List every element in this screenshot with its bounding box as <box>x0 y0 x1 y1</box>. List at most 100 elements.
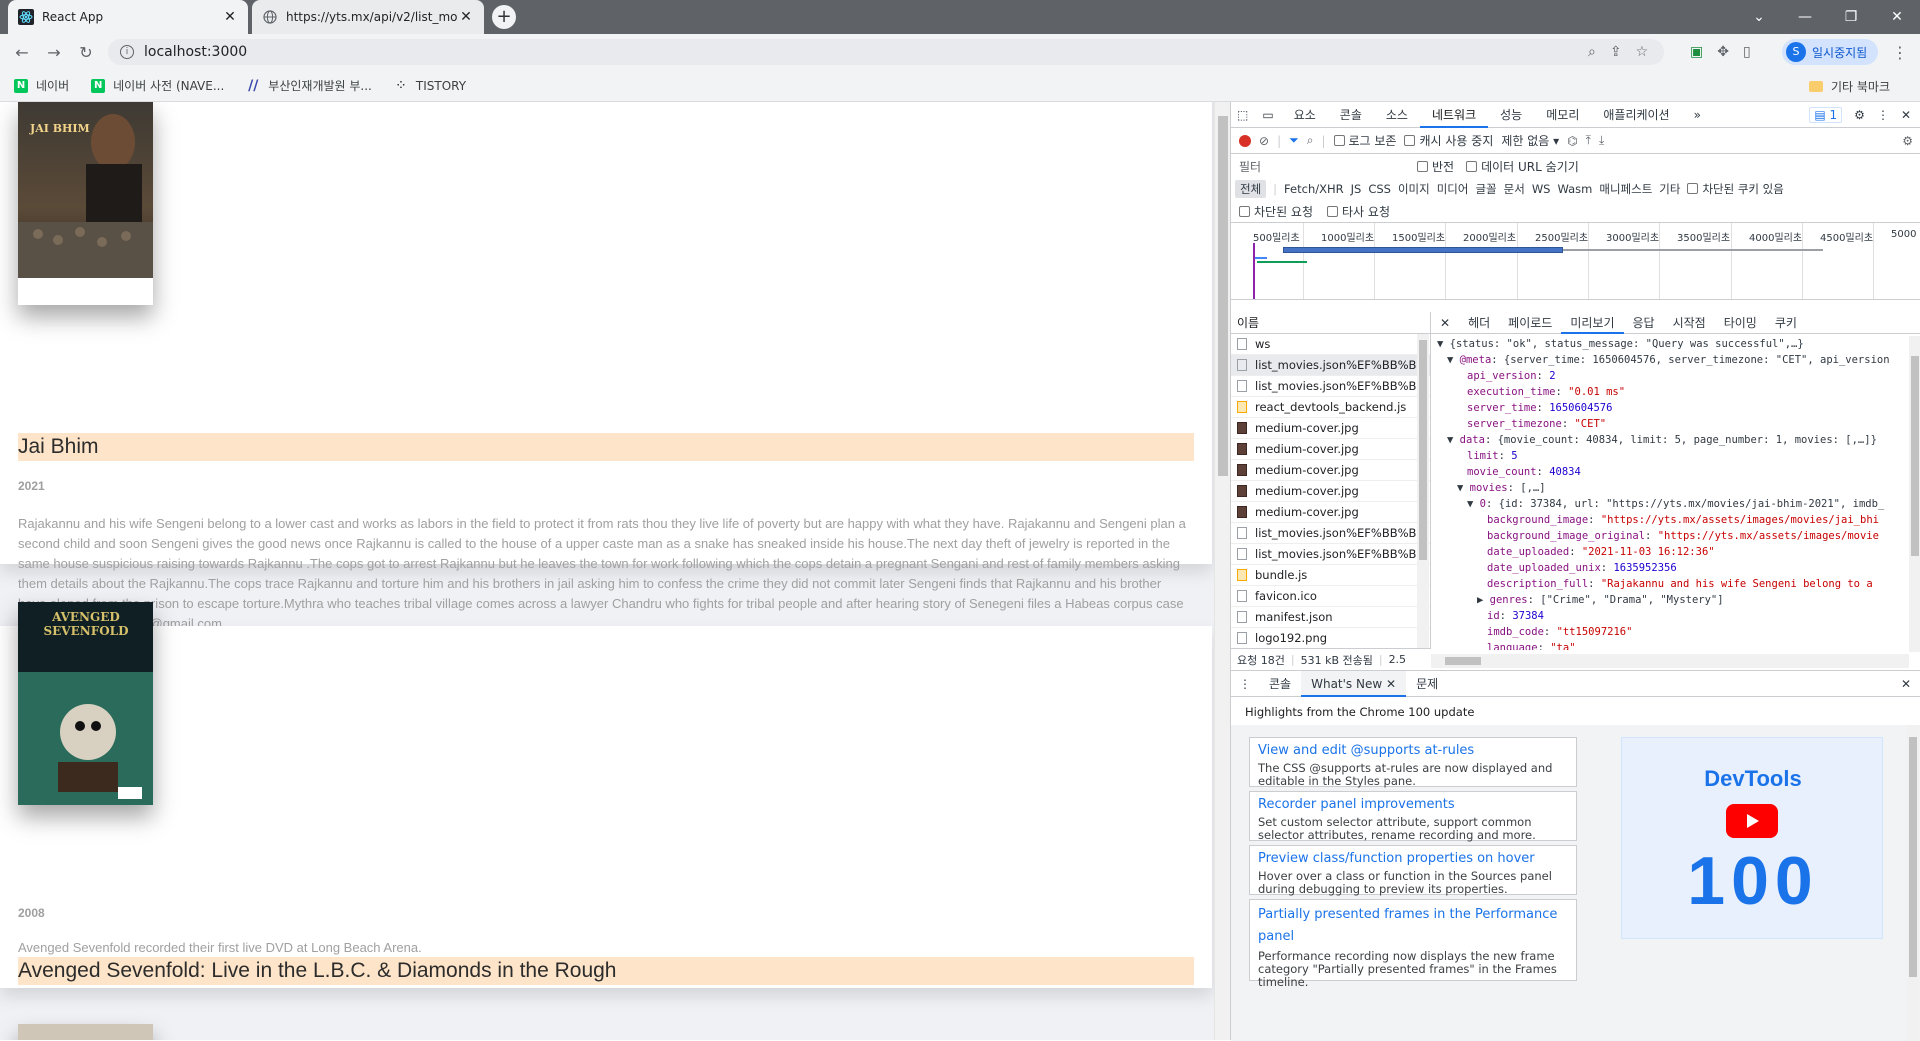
zoom-icon[interactable]: ⌕ <box>1588 44 1596 60</box>
json-line[interactable]: ▼ @meta: {server_time: 1650604576, serve… <box>1437 352 1907 368</box>
request-row[interactable]: ws <box>1231 334 1430 355</box>
tab-console[interactable]: 콘솔 <box>1328 102 1374 128</box>
drawer-menu-icon[interactable]: ⋮ <box>1231 671 1259 697</box>
filter-input[interactable]: 필터 <box>1239 158 1399 175</box>
tab-preview[interactable]: 미리보기 <box>1561 312 1624 334</box>
type-filter-img[interactable]: 이미지 <box>1398 181 1430 197</box>
tab-react-app[interactable]: React App ✕ <box>8 0 248 34</box>
request-row[interactable]: list_movies.json%EF%BB%BF? <box>1231 523 1430 544</box>
tab-cookies[interactable]: 쿠키 <box>1766 312 1806 334</box>
drawer-tab-whats-new[interactable]: What's New ✕ <box>1301 670 1407 697</box>
json-line[interactable]: ▼ {status: "ok", status_message: "Query … <box>1437 336 1907 352</box>
scrollbar-thumb[interactable] <box>1419 340 1427 560</box>
bookmark-star-icon[interactable]: ☆ <box>1636 44 1649 60</box>
restore-icon[interactable]: ❐ <box>1828 0 1874 34</box>
device-toggle-icon[interactable]: ▭ <box>1254 102 1281 128</box>
type-filter-media[interactable]: 미디어 <box>1437 181 1469 197</box>
type-filter-wasm[interactable]: Wasm <box>1557 182 1592 196</box>
extension-green-icon[interactable]: ▣ <box>1690 44 1703 60</box>
json-line[interactable]: ▶ genres: ["Crime", "Drama", "Mystery"] <box>1437 592 1907 608</box>
expanded-arrow-icon[interactable]: ▼ <box>1447 434 1460 446</box>
expanded-arrow-icon[interactable]: ▼ <box>1457 482 1470 494</box>
side-panel-icon[interactable]: ▯ <box>1743 44 1751 60</box>
movie-poster[interactable]: AVENGED SEVENFOLD <box>18 602 153 805</box>
bookmark-naver-dict[interactable]: N 네이버 사전 (NAVE... <box>91 77 224 94</box>
whats-new-card[interactable]: Partially presented frames in the Perfor… <box>1249 899 1577 989</box>
json-line[interactable]: ▼ movies: [,…] <box>1437 480 1907 496</box>
address-bar[interactable]: i localhost:3000 <box>108 39 1664 65</box>
scrollbar-thumb[interactable] <box>1911 356 1919 556</box>
close-tab-icon[interactable]: ✕ <box>458 9 474 25</box>
preview-hscrollbar[interactable] <box>1431 654 1909 668</box>
expanded-arrow-icon[interactable]: ▼ <box>1447 354 1460 366</box>
whats-new-card[interactable]: Preview class/function properties on hov… <box>1249 845 1577 896</box>
scrollbar-thumb[interactable] <box>1218 116 1228 476</box>
type-filter-other[interactable]: 기타 <box>1659 181 1680 197</box>
settings-gear-icon[interactable]: ⚙ <box>1854 108 1865 122</box>
drawer-scrollbar[interactable] <box>1907 725 1919 1041</box>
movie-poster[interactable]: JAI BHIM <box>18 102 153 305</box>
card-title[interactable]: Preview class/function properties on hov… <box>1258 850 1568 868</box>
tab-performance[interactable]: 성능 <box>1488 102 1534 128</box>
json-line[interactable]: ▼ data: {movie_count: 40834, limit: 5, p… <box>1437 432 1907 448</box>
page-scrollbar[interactable] <box>1214 102 1230 1040</box>
request-row[interactable]: react_devtools_backend.js <box>1231 397 1430 418</box>
request-row[interactable]: list_movies.json%EF%BB%BF? <box>1231 355 1430 376</box>
drawer-tab-issues[interactable]: 문제 <box>1406 671 1448 697</box>
close-devtools-icon[interactable]: ✕ <box>1901 108 1911 122</box>
request-row[interactable]: bundle.js <box>1231 565 1430 586</box>
request-row[interactable]: medium-cover.jpg <box>1231 439 1430 460</box>
filter-icon[interactable]: ⏷ <box>1289 133 1299 148</box>
type-filter-doc[interactable]: 문서 <box>1504 181 1525 197</box>
minimize-icon[interactable]: — <box>1782 0 1828 34</box>
network-settings-icon[interactable]: ⚙ <box>1902 134 1920 148</box>
devtools-100-promo[interactable]: DevTools 100 <box>1621 737 1883 939</box>
site-info-icon[interactable]: i <box>120 45 134 59</box>
close-tab-icon[interactable]: ✕ <box>222 9 238 25</box>
scrollbar-thumb[interactable] <box>1445 657 1481 665</box>
drawer-tab-console[interactable]: 콘솔 <box>1259 671 1301 697</box>
issues-badge[interactable]: ▤ 1 <box>1809 106 1843 123</box>
tab-headers[interactable]: 헤더 <box>1459 312 1499 334</box>
blocked-cookies-checkbox[interactable]: 차단된 쿠키 있음 <box>1687 181 1784 197</box>
hide-data-urls-checkbox[interactable]: 데이터 URL 숨기기 <box>1466 158 1579 175</box>
collapsed-arrow-icon[interactable]: ▶ <box>1477 594 1490 606</box>
request-row[interactable]: medium-cover.jpg <box>1231 418 1430 439</box>
scrollbar-thumb[interactable] <box>1909 737 1917 977</box>
close-detail-icon[interactable]: ✕ <box>1431 312 1459 334</box>
tab-sources[interactable]: 소스 <box>1374 102 1420 128</box>
tab-application[interactable]: 애플리케이션 <box>1591 102 1681 128</box>
request-row[interactable]: manifest.json <box>1231 607 1430 628</box>
preserve-log-checkbox[interactable]: 로그 보존 <box>1333 132 1396 149</box>
export-har-icon[interactable]: ⤓ <box>1599 133 1604 148</box>
tab-network[interactable]: 네트워크 <box>1419 102 1489 128</box>
request-row[interactable]: medium-cover.jpg <box>1231 481 1430 502</box>
type-filter-font[interactable]: 글꼴 <box>1475 181 1496 197</box>
whats-new-card[interactable]: View and edit @supports at-rules The CSS… <box>1249 737 1577 788</box>
movie-poster[interactable] <box>18 1024 153 1040</box>
bookmark-naver[interactable]: N 네이버 <box>14 77 69 94</box>
more-tabs-icon[interactable]: » <box>1682 102 1713 128</box>
forward-icon[interactable]: → <box>38 36 70 68</box>
close-drawer-icon[interactable]: ✕ <box>1901 677 1920 691</box>
preview-scrollbar[interactable] <box>1909 336 1920 652</box>
tab-search-icon[interactable]: ⌄ <box>1736 0 1782 34</box>
tab-elements[interactable]: 요소 <box>1282 102 1328 128</box>
back-icon[interactable]: ← <box>6 36 38 68</box>
request-list-scrollbar[interactable] <box>1417 334 1429 648</box>
request-row[interactable]: favicon.ico <box>1231 586 1430 607</box>
expanded-arrow-icon[interactable]: ▼ <box>1467 498 1480 510</box>
card-title[interactable]: View and edit @supports at-rules <box>1258 742 1568 760</box>
card-title[interactable]: Recorder panel improvements <box>1258 796 1568 814</box>
request-row[interactable]: list_movies.json%EF%BB%BF? <box>1231 376 1430 397</box>
tab-response[interactable]: 응답 <box>1624 312 1664 334</box>
throttle-select[interactable]: 제한 없음 ▾ <box>1501 132 1559 149</box>
import-har-icon[interactable]: ⤒ <box>1586 133 1591 148</box>
disable-cache-checkbox[interactable]: 캐시 사용 중지 <box>1404 132 1493 149</box>
type-filter-fetch[interactable]: Fetch/XHR <box>1284 182 1344 196</box>
request-row[interactable]: logo192.png <box>1231 628 1430 649</box>
other-bookmarks[interactable]: 기타 북마크 <box>1808 78 1890 95</box>
devtools-menu-icon[interactable]: ⋮ <box>1877 108 1889 122</box>
clear-icon[interactable]: ⊘ <box>1259 134 1269 148</box>
whats-new-card[interactable]: Recorder panel improvements Set custom s… <box>1249 791 1577 842</box>
